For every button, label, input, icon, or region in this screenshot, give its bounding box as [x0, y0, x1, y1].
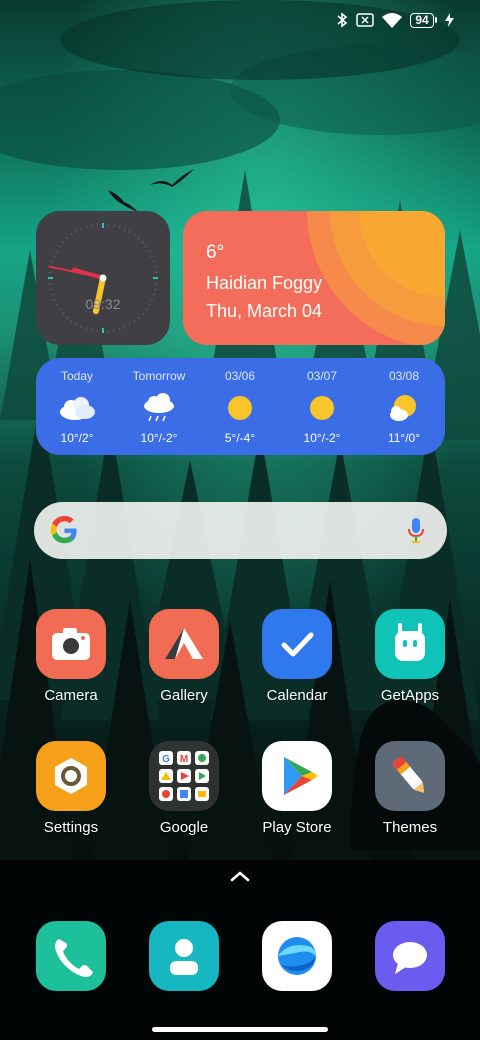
forecast-day-temp: 10°/2°: [60, 431, 94, 445]
app-label: GetApps: [380, 687, 440, 704]
forecast-day-label: 03/08: [388, 369, 420, 383]
weather-temperature: 6°: [206, 242, 225, 263]
app-label: Calendar: [266, 687, 328, 704]
app-gallery[interactable]: Gallery: [134, 609, 234, 704]
app-label: Google: [159, 819, 209, 836]
svg-text:G: G: [162, 754, 170, 765]
clock-widget[interactable]: 09:32: [36, 211, 170, 345]
app-label: Themes: [382, 819, 438, 836]
bluetooth-icon: [336, 12, 348, 28]
settings-hexagon-icon: [36, 741, 106, 811]
forecast-day-label: Tomorrow: [132, 369, 186, 383]
contacts-icon: [149, 921, 219, 991]
browser-icon: [262, 921, 332, 991]
phone-icon: [36, 921, 106, 991]
weather-location-condition: Haidian Foggy: [206, 273, 323, 293]
camera-icon: [36, 609, 106, 679]
battery-icon: 94: [410, 12, 437, 28]
sunny-icon: [228, 396, 252, 420]
forecast-day-label: 03/07: [306, 369, 338, 383]
app-settings[interactable]: Settings: [21, 741, 121, 836]
app-label: Settings: [43, 819, 99, 836]
weather-date: Thu, March 04: [206, 301, 323, 321]
svg-text:M: M: [180, 754, 188, 765]
forecast-day: Tomorrow 10°/-2°: [118, 358, 200, 455]
weather-widget[interactable]: 6° Haidian Foggy Thu, March 04: [183, 211, 445, 345]
charging-bolt-icon: [445, 13, 454, 27]
google-g-icon: [50, 516, 79, 550]
calendar-check-icon: [262, 609, 332, 679]
app-play-store[interactable]: Play Store: [247, 741, 347, 836]
app-label: Gallery: [160, 687, 208, 704]
forecast-day: 03/07 10°/-2°: [281, 358, 363, 455]
microphone-icon[interactable]: [407, 518, 425, 549]
app-label: Play Store: [262, 819, 332, 836]
no-sim-icon: [356, 13, 374, 27]
messages-icon: [375, 921, 445, 991]
forecast-day-label: Today: [60, 369, 94, 383]
forecast-day-label: 03/06: [224, 369, 256, 383]
forecast-day-temp: 5°/-4°: [224, 431, 256, 445]
forecast-day-temp: 11°/0°: [387, 431, 421, 445]
status-bar: 94: [0, 0, 480, 42]
app-drawer-chevron-up-icon[interactable]: [228, 868, 252, 889]
forecast-day: Today 10°/2°: [36, 358, 118, 455]
partly-cloudy-icon: [390, 395, 416, 421]
forecast-day-temp: 10°/-2°: [303, 431, 341, 445]
clock-digital-time: 09:32: [85, 296, 121, 312]
rain-icon: [144, 393, 174, 422]
app-folder-google[interactable]: G M Google: [134, 741, 234, 836]
play-store-icon: [262, 741, 332, 811]
analog-clock-face: [48, 223, 158, 333]
wifi-icon: [382, 12, 402, 28]
dock-browser[interactable]: [247, 921, 347, 991]
app-camera[interactable]: Camera: [21, 609, 121, 704]
dock-phone[interactable]: [21, 921, 121, 991]
gesture-navigation-handle[interactable]: [152, 1027, 328, 1032]
battery-level: 94: [410, 12, 434, 28]
dock-messages[interactable]: [360, 921, 460, 991]
google-search-bar[interactable]: [34, 502, 447, 559]
app-themes[interactable]: Themes: [360, 741, 460, 836]
gallery-icon: [149, 609, 219, 679]
cloudy-icon: [60, 397, 95, 420]
app-getapps[interactable]: GetApps: [360, 609, 460, 704]
app-label: Camera: [44, 687, 98, 704]
app-calendar[interactable]: Calendar: [247, 609, 347, 704]
getapps-robot-icon: [375, 609, 445, 679]
forecast-day: 03/08 11°/0°: [363, 358, 445, 455]
google-folder-icon: G M: [149, 741, 219, 811]
forecast-day-temp: 10°/-2°: [140, 431, 178, 445]
themes-brush-icon: [375, 741, 445, 811]
forecast-day: 03/06 5°/-4°: [199, 358, 281, 455]
forecast-widget[interactable]: Today 10°/2° Tomorrow 10°/-2° 03/06 5°/-…: [36, 358, 445, 455]
sunny-icon: [310, 396, 334, 420]
dock-contacts[interactable]: [134, 921, 234, 991]
